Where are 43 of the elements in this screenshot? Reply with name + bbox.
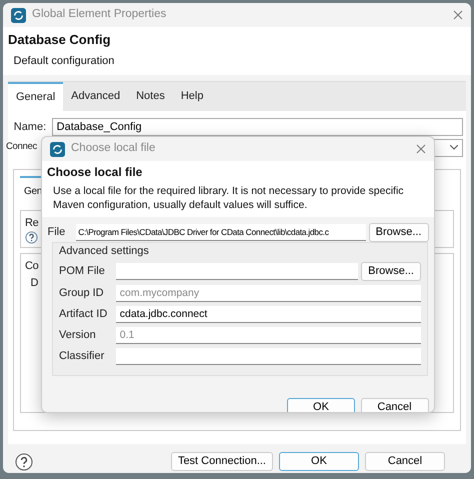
tab[interactable]: Help [172,82,212,111]
tab[interactable]: General [8,82,64,111]
text-field[interactable] [116,262,358,280]
field-label: POM File [59,264,106,279]
app-icon [11,8,26,22]
field-label: Group ID [59,286,105,301]
dialog-heading: Choose local file [47,165,144,180]
browse-button[interactable]: Browse... [361,262,421,281]
name-field[interactable]: Database_Config [52,118,463,136]
window-title: Global Element Properties [32,7,166,22]
dialog-description: Use a local file for the required library. It is not necessary to provide specific Maven configuration, usually default values will suffice. [53,185,405,213]
text-field[interactable]: com.mycompany [116,284,421,302]
page-title: Database Config [8,32,112,48]
help-icon[interactable] [15,452,33,470]
text-field[interactable]: 0.1 [116,326,421,344]
page-subtitle: Default configuration [12,54,116,69]
dialog-button[interactable]: OK [287,398,355,412]
tab[interactable]: Notes [128,82,173,111]
group-title: Re [25,216,38,230]
group-title: Advanced settings [59,244,150,258]
dialog-button[interactable]: Cancel [365,452,445,471]
dialog-button[interactable]: OK [279,452,359,471]
field-label: Version [59,328,97,343]
field-label: Classifier [59,349,106,364]
field-label: Connec [6,140,37,154]
text-field[interactable] [116,348,421,365]
text-field[interactable]: cdata.jdbc.connect [116,306,421,323]
close-button[interactable] [453,10,463,20]
field-label: D [30,276,38,290]
dialog-button[interactable]: Cancel [360,398,428,412]
field-label: File [48,224,66,240]
tab[interactable]: Advanced [63,82,128,111]
window-title: Choose local file [71,141,156,156]
dialog-button[interactable]: Test Connection... [170,452,273,471]
help-icon[interactable] [25,231,38,244]
group-title: Co [25,259,38,274]
field-label: Artifact ID [59,307,108,322]
app-icon [50,142,65,156]
file-field[interactable]: C:\Program Files\CData\JDBC Driver for CData Connect\lib\cdata.jdbc.c [76,224,366,240]
chevron-down-icon [450,145,458,150]
field-label: Name: [12,120,46,134]
close-button[interactable] [416,144,426,154]
browse-button[interactable]: Browse... [368,222,428,242]
